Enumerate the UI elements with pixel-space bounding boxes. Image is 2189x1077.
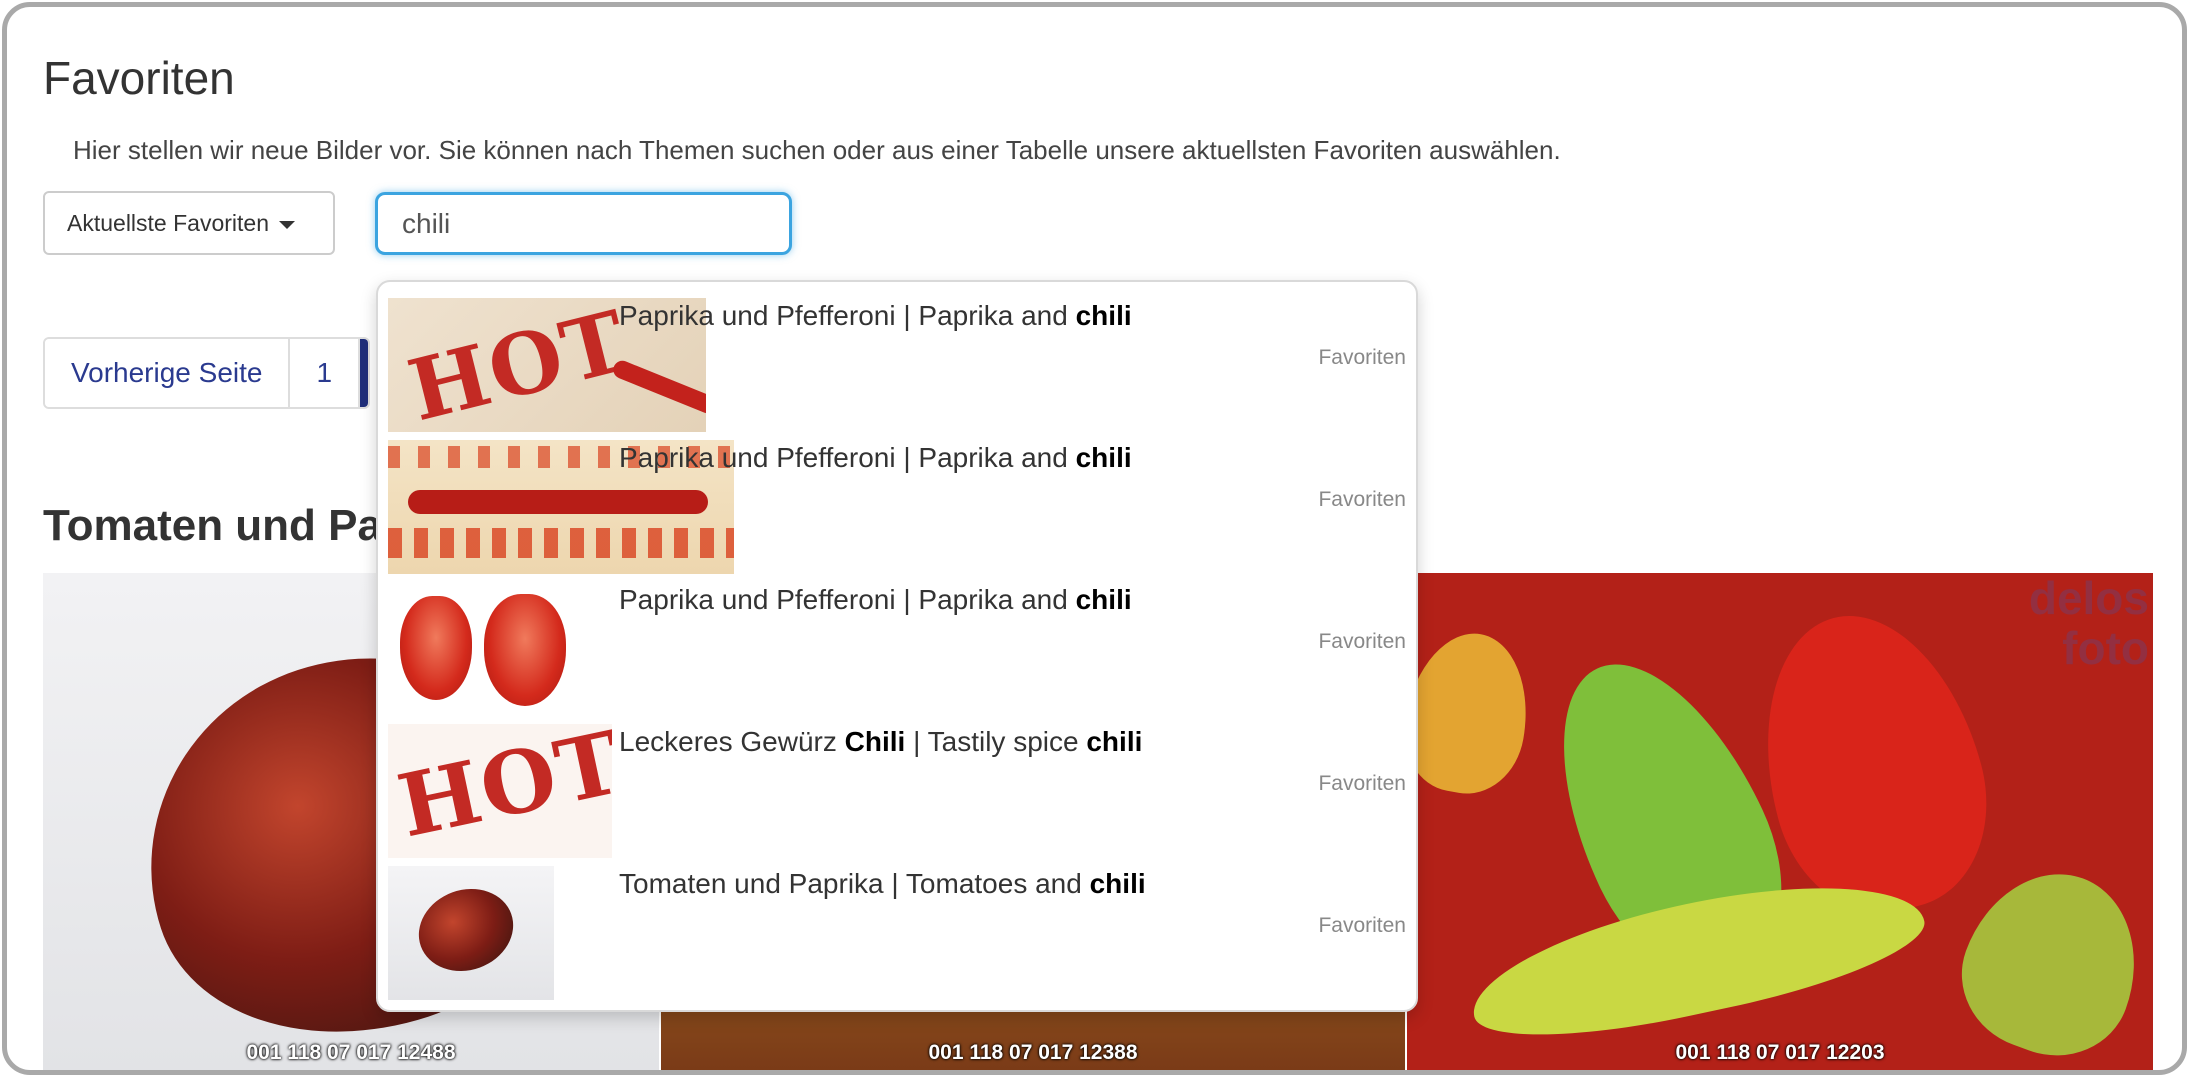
page-title: Favoriten: [43, 52, 235, 104]
suggestion-item[interactable]: HOT Paprika und Pfefferoni | Paprika and…: [378, 282, 1416, 432]
tomato-shape: [407, 875, 525, 985]
suggestion-title: Paprika und Pfefferoni | Paprika and chi…: [619, 584, 1132, 615]
intro-text: Hier stellen wir neue Bilder vor. Sie kö…: [73, 135, 1561, 165]
suggestion-item[interactable]: Paprika und Pfefferoni | Paprika and chi…: [378, 424, 1416, 574]
suggestion-category: Favoriten: [1318, 488, 1406, 511]
suggestion-title: Paprika und Pfefferoni | Paprika and chi…: [619, 300, 1132, 331]
app-frame: Favoriten Hier stellen wir neue Bilder v…: [2, 2, 2187, 1075]
suggestion-title: Leckeres Gewürz Chili | Tastily spice ch…: [619, 726, 1143, 757]
pepper-half-shape: [484, 594, 566, 706]
previous-page-link[interactable]: Vorherige Seite: [45, 339, 291, 407]
suggestion-title: Tomaten und Paprika | Tomatoes and chili: [619, 868, 1146, 899]
brand-watermark: delos foto: [2028, 573, 2149, 674]
hot-lettering: HOT: [399, 298, 638, 432]
image-code: 001 118 07 017 12203: [1675, 1041, 1885, 1064]
suggestion-item[interactable]: Paprika und Pfefferoni | Paprika and chi…: [378, 566, 1416, 716]
caret-down-icon: [278, 221, 295, 229]
favorites-dropdown-label: Aktuellste Favoriten: [67, 209, 269, 236]
suggestion-thumbnail: [388, 866, 554, 1000]
image-code: 001 118 07 017 12388: [928, 1041, 1138, 1064]
suggestion-category: Favoriten: [1318, 630, 1406, 653]
hot-lettering: HOT: [389, 724, 612, 858]
chili-shape: [408, 490, 708, 514]
suggestion-category: Favoriten: [1318, 346, 1406, 369]
suggestion-item[interactable]: Tomaten und Paprika | Tomatoes and chili…: [378, 850, 1416, 1000]
pepper-shape: [1941, 849, 2153, 1070]
suggestion-title: Paprika und Pfefferoni | Paprika and chi…: [619, 442, 1132, 473]
pepper-shape: [1407, 623, 1540, 803]
suggestion-category: Favoriten: [1318, 772, 1406, 795]
image-code: 001 118 07 017 12488: [246, 1041, 456, 1064]
suggestion-thumbnail: [388, 582, 578, 716]
search-input[interactable]: [375, 192, 792, 255]
pepper-half-shape: [400, 596, 472, 700]
suggestion-category: Favoriten: [1318, 914, 1406, 937]
favorites-dropdown-button[interactable]: Aktuellste Favoriten: [43, 191, 335, 255]
suggestion-item[interactable]: HOT Leckeres Gewürz Chili | Tastily spic…: [378, 708, 1416, 858]
spice-flakes: [388, 528, 734, 558]
active-page-indicator[interactable]: [360, 339, 369, 407]
pagination: Vorherige Seite 1: [43, 337, 371, 409]
search-suggestions-dropdown: HOT Paprika und Pfefferoni | Paprika and…: [376, 280, 1418, 1012]
suggestion-thumbnail: HOT: [388, 724, 612, 858]
gallery-image-peppers[interactable]: delos foto 001 118 07 017 12203: [1407, 573, 2153, 1070]
page-1-link[interactable]: 1: [290, 339, 361, 407]
